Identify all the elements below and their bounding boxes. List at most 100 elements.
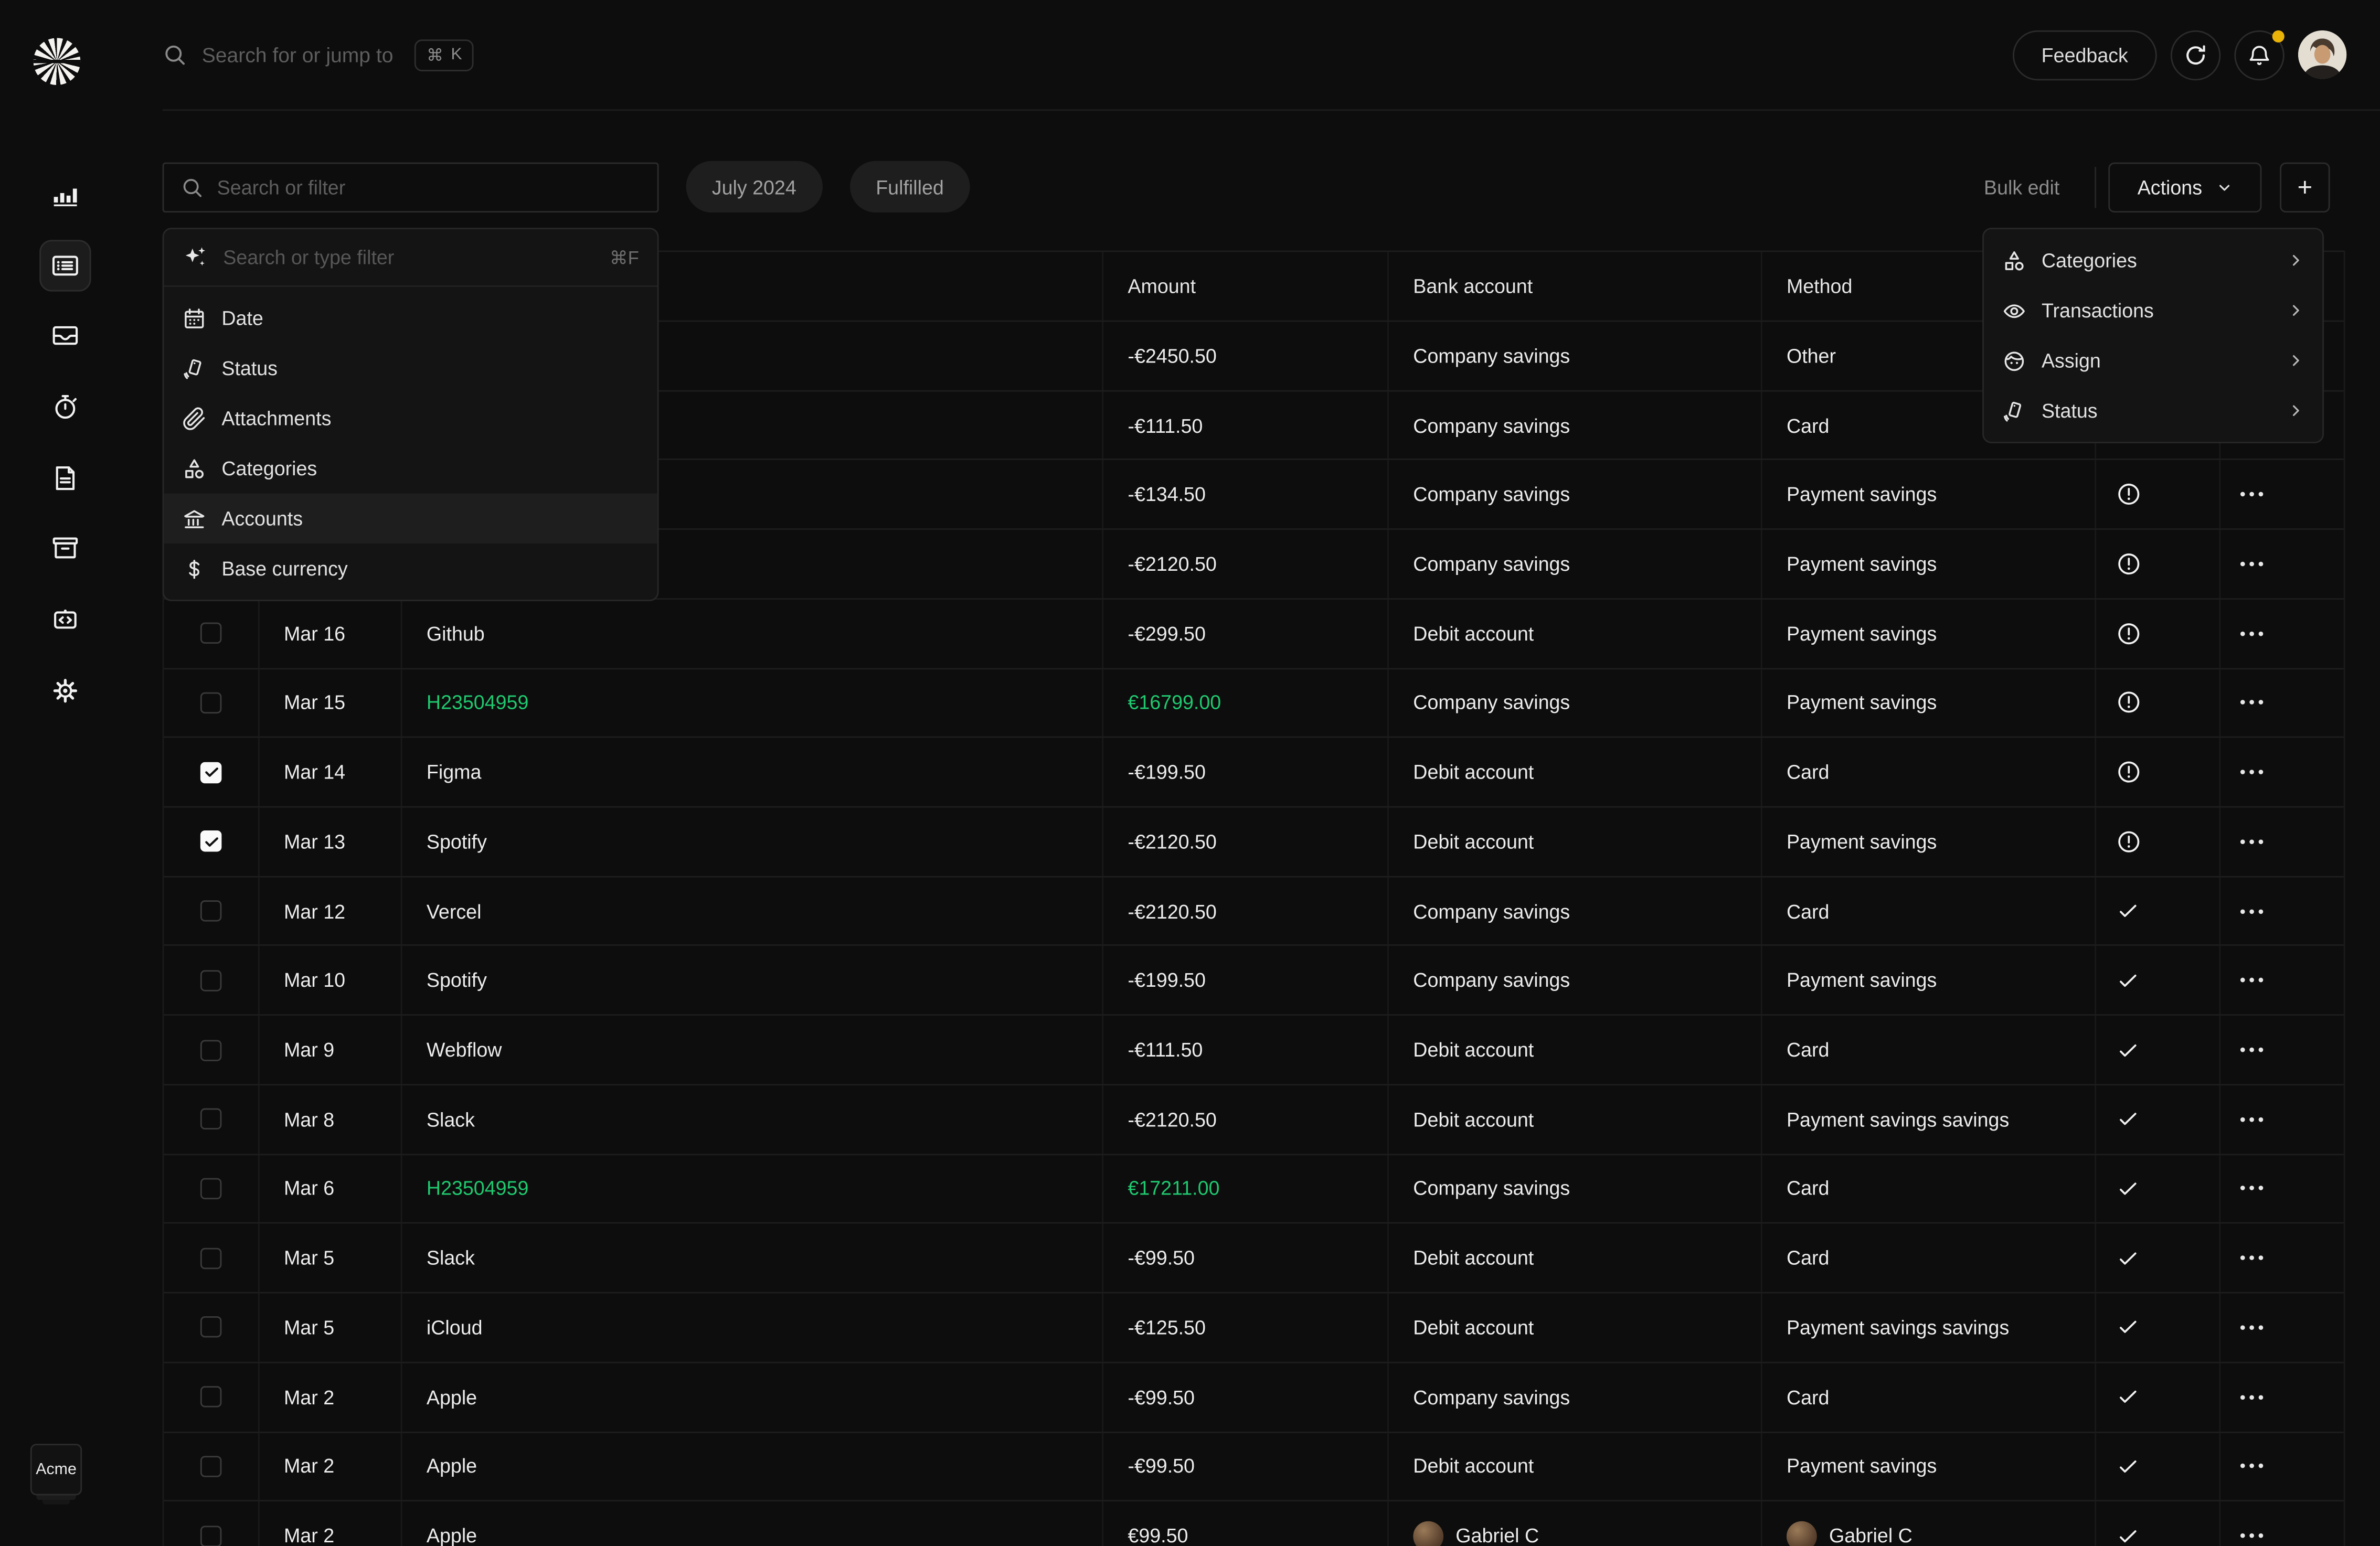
table-row[interactable]: Mar 12Vercel-€2120.50Company savingsCard bbox=[164, 877, 2343, 946]
app-logo-pinwheel-icon[interactable] bbox=[34, 38, 81, 85]
row-checkbox[interactable] bbox=[200, 692, 222, 713]
row-checkbox[interactable] bbox=[200, 1108, 222, 1130]
row-checkbox[interactable] bbox=[200, 1248, 222, 1269]
ellipsis-icon bbox=[2240, 1458, 2263, 1475]
workspace-switcher[interactable]: Acme bbox=[30, 1444, 82, 1505]
menu-item-date[interactable]: Date bbox=[164, 293, 657, 343]
row-bank-account: Debit account bbox=[1389, 1294, 1762, 1361]
table-row[interactable]: Mar 2Apple-€99.50Debit accountPayment sa… bbox=[164, 1432, 2343, 1501]
row-menu-cell bbox=[2220, 669, 2346, 737]
menu-item-categories[interactable]: Categories bbox=[164, 443, 657, 493]
row-actions-button[interactable] bbox=[2240, 1250, 2263, 1266]
add-transaction-button[interactable]: + bbox=[2280, 163, 2330, 212]
menu-item-attachments[interactable]: Attachments bbox=[164, 393, 657, 443]
row-bank-account: Company savings bbox=[1389, 461, 1762, 528]
row-checkbox[interactable] bbox=[200, 1525, 222, 1546]
bulk-edit-button[interactable]: Bulk edit bbox=[1984, 176, 2059, 199]
row-actions-button[interactable] bbox=[2240, 903, 2263, 920]
table-row[interactable]: Mar 13Spotify-€2120.50Debit accountPayme… bbox=[164, 808, 2343, 877]
table-row[interactable]: Mar 6H23504959€17211.00Company savingsCa… bbox=[164, 1155, 2343, 1224]
row-actions-button[interactable] bbox=[2240, 1458, 2263, 1475]
table-row[interactable]: Mar 8Slack-€2120.50Debit accountPayment … bbox=[164, 1085, 2343, 1155]
row-actions-button[interactable] bbox=[2240, 1389, 2263, 1405]
sidebar-item-transactions[interactable] bbox=[39, 239, 91, 291]
table-row[interactable]: Mar 5Slack-€99.50Debit accountCard bbox=[164, 1224, 2343, 1293]
row-actions-button[interactable] bbox=[2240, 764, 2263, 781]
row-checkbox[interactable] bbox=[200, 900, 222, 922]
row-actions-button[interactable] bbox=[2240, 1180, 2263, 1197]
table-row[interactable]: Mar 5iCloud-€125.50Debit accountPayment … bbox=[164, 1294, 2343, 1363]
row-description: H23504959 bbox=[402, 669, 1104, 737]
row-actions-button[interactable] bbox=[2240, 486, 2263, 503]
inbox-icon bbox=[50, 321, 80, 351]
row-actions-button[interactable] bbox=[2240, 972, 2263, 989]
filter-chip-status[interactable]: Fulfilled bbox=[850, 161, 970, 212]
menu-item-status[interactable]: Status bbox=[164, 343, 657, 393]
table-filter-input[interactable]: Search or filter bbox=[163, 163, 659, 212]
row-actions-button[interactable] bbox=[2240, 1041, 2263, 1058]
row-actions-button[interactable] bbox=[2240, 695, 2263, 711]
menu-item-status[interactable]: Status bbox=[1984, 386, 2322, 435]
row-bank-account: Debit account bbox=[1389, 738, 1762, 806]
sidebar-item-tracker[interactable] bbox=[39, 381, 91, 433]
filter-chip-date[interactable]: July 2024 bbox=[686, 161, 822, 212]
row-actions-button[interactable] bbox=[2240, 1527, 2263, 1544]
table-row[interactable]: Mar 15H23504959€16799.00Company savingsP… bbox=[164, 669, 2343, 738]
menu-item-transactions[interactable]: Transactions bbox=[1984, 285, 2322, 335]
sidebar-item-overview[interactable] bbox=[39, 168, 91, 220]
menu-item-base-currency[interactable]: Base currency bbox=[164, 543, 657, 593]
sidebar-item-settings[interactable] bbox=[39, 665, 91, 716]
row-checkbox[interactable] bbox=[200, 831, 222, 852]
row-checkbox[interactable] bbox=[200, 1387, 222, 1408]
row-checkbox[interactable] bbox=[200, 1039, 222, 1061]
row-description: Figma bbox=[402, 738, 1104, 806]
row-actions-button[interactable] bbox=[2240, 625, 2263, 642]
filter-menu-search[interactable]: Search or type filter ⌘F bbox=[164, 229, 657, 287]
sidebar-item-invoices[interactable] bbox=[39, 452, 91, 504]
ellipsis-icon bbox=[2240, 903, 2263, 920]
ellipsis-icon bbox=[2240, 972, 2263, 989]
row-method: Payment savings bbox=[1762, 669, 2096, 737]
row-checkbox[interactable] bbox=[200, 1456, 222, 1477]
row-status-cell bbox=[2096, 1155, 2220, 1222]
refresh-button[interactable] bbox=[2171, 29, 2220, 79]
row-actions-button[interactable] bbox=[2240, 1319, 2263, 1336]
row-checkbox[interactable] bbox=[200, 623, 222, 644]
menu-item-accounts[interactable]: Accounts bbox=[164, 494, 657, 543]
menu-item-categories[interactable]: Categories bbox=[1984, 236, 2322, 285]
sidebar-item-inbox[interactable] bbox=[39, 310, 91, 361]
row-menu-cell bbox=[2220, 738, 2346, 806]
table-row[interactable]: Mar 2Apple-€99.50Company savingsCard bbox=[164, 1363, 2343, 1432]
row-date: Mar 8 bbox=[260, 1085, 402, 1153]
menu-item-assign[interactable]: Assign bbox=[1984, 336, 2322, 386]
row-menu-cell bbox=[2220, 1016, 2346, 1084]
user-avatar[interactable] bbox=[2298, 30, 2347, 79]
row-actions-button[interactable] bbox=[2240, 833, 2263, 850]
filter-menu-shortcut: ⌘F bbox=[610, 247, 639, 268]
sidebar-item-vault[interactable] bbox=[39, 523, 91, 574]
row-method: Payment savings savings bbox=[1762, 1294, 2096, 1361]
actions-dropdown-button[interactable]: Actions bbox=[2108, 163, 2261, 212]
row-status-cell bbox=[2096, 461, 2220, 528]
table-row[interactable]: Mar 2Apple€99.50Gabriel CGabriel C bbox=[164, 1502, 2343, 1546]
search-shortcut-badge: ⌘ K bbox=[415, 39, 474, 71]
row-bank-account: Debit account bbox=[1389, 600, 1762, 667]
row-checkbox[interactable] bbox=[200, 1178, 222, 1200]
top-bar-actions: Feedback bbox=[2013, 0, 2347, 109]
table-row[interactable]: Mar 14Figma-€199.50Debit accountCard bbox=[164, 738, 2343, 807]
row-checkbox[interactable] bbox=[200, 970, 222, 991]
row-actions-button[interactable] bbox=[2240, 556, 2263, 572]
feedback-button[interactable]: Feedback bbox=[2013, 29, 2157, 79]
table-row[interactable]: Mar 10Spotify-€199.50Company savingsPaym… bbox=[164, 946, 2343, 1016]
row-actions-button[interactable] bbox=[2240, 1111, 2263, 1128]
table-row[interactable]: Mar 16Github-€299.50Debit accountPayment… bbox=[164, 600, 2343, 669]
notifications-button[interactable] bbox=[2234, 29, 2284, 79]
row-checkbox[interactable] bbox=[200, 762, 222, 783]
sidebar-item-apps[interactable] bbox=[39, 594, 91, 645]
table-row[interactable]: Mar 9Webflow-€111.50Debit accountCard bbox=[164, 1016, 2343, 1085]
row-checkbox[interactable] bbox=[200, 1317, 222, 1338]
row-date: Mar 16 bbox=[260, 600, 402, 667]
row-menu-cell bbox=[2220, 1502, 2346, 1546]
header-bank-account: Bank account bbox=[1389, 252, 1762, 320]
global-search[interactable]: Search for or jump to ⌘ K bbox=[163, 0, 474, 109]
